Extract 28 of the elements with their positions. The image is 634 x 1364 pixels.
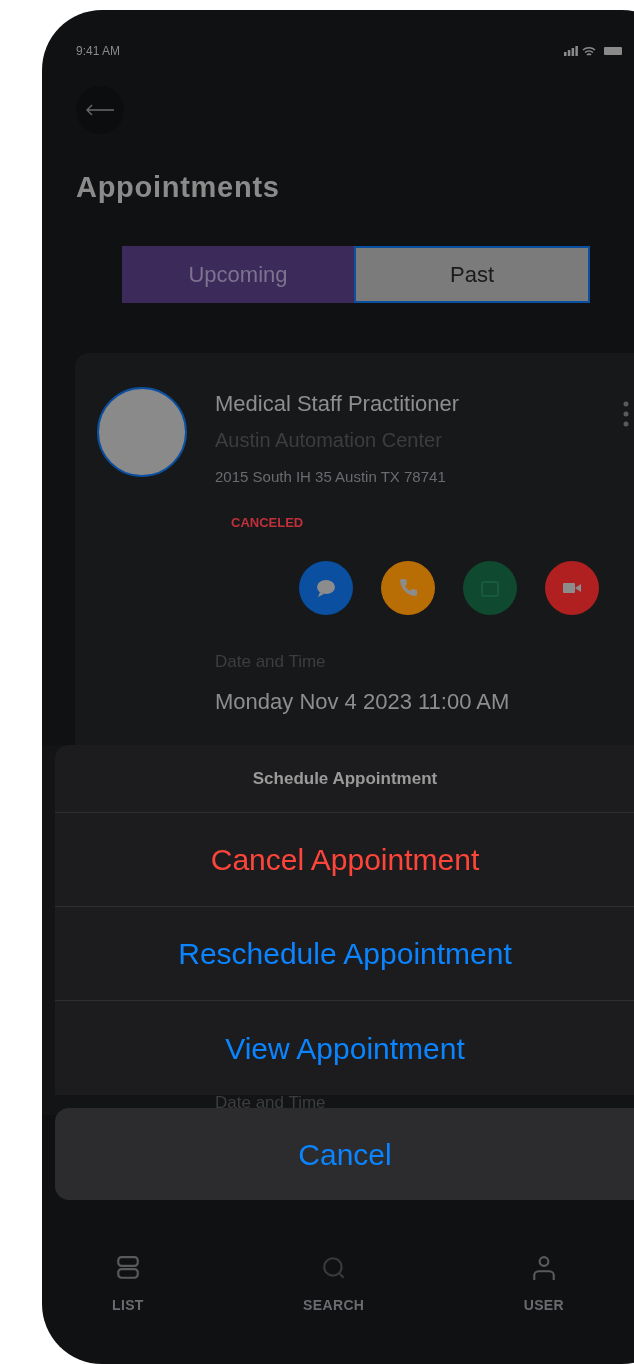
- back-arrow-icon: [85, 104, 115, 116]
- chat-bubble-button[interactable]: [299, 560, 353, 615]
- cancel-button[interactable]: Cancel: [55, 1108, 634, 1200]
- signal-icon: [564, 46, 578, 56]
- more-options-icon[interactable]: [623, 400, 629, 427]
- action-sheet-option[interactable]: View Appointment: [55, 1001, 634, 1095]
- nav-tab[interactable]: SEARCH: [303, 1255, 365, 1316]
- page-title: Appointments: [76, 170, 281, 205]
- phone-button[interactable]: [381, 560, 435, 615]
- video-camera-button[interactable]: [545, 560, 599, 615]
- practitioner-name: Medical Staff Practitioner: [215, 389, 460, 418]
- address-text: 2015 South IH 35 Austin TX 78741: [215, 466, 447, 487]
- search-icon: [320, 1255, 347, 1281]
- user-icon: [530, 1255, 557, 1281]
- action-sheet-option[interactable]: Cancel Appointment: [55, 813, 634, 907]
- segment-tab[interactable]: Upcoming: [122, 245, 354, 303]
- nav-tab[interactable]: USER: [523, 1255, 564, 1316]
- back-button[interactable]: [76, 86, 124, 134]
- nav-tab[interactable]: LIST: [112, 1255, 144, 1316]
- list-icon: [114, 1255, 141, 1281]
- action-sheet-option[interactable]: Reschedule Appointment: [55, 907, 634, 1001]
- segment-tab[interactable]: Past: [354, 245, 590, 303]
- wifi-icon: [582, 45, 596, 57]
- battery-icon: [604, 47, 622, 55]
- date-value: Monday Nov 4 2023 11:00 AM: [215, 687, 510, 716]
- status-label: CANCELED: [230, 513, 305, 532]
- status-time: 9:41 AM: [76, 43, 121, 60]
- action-sheet-title: Schedule Appointment: [252, 767, 438, 790]
